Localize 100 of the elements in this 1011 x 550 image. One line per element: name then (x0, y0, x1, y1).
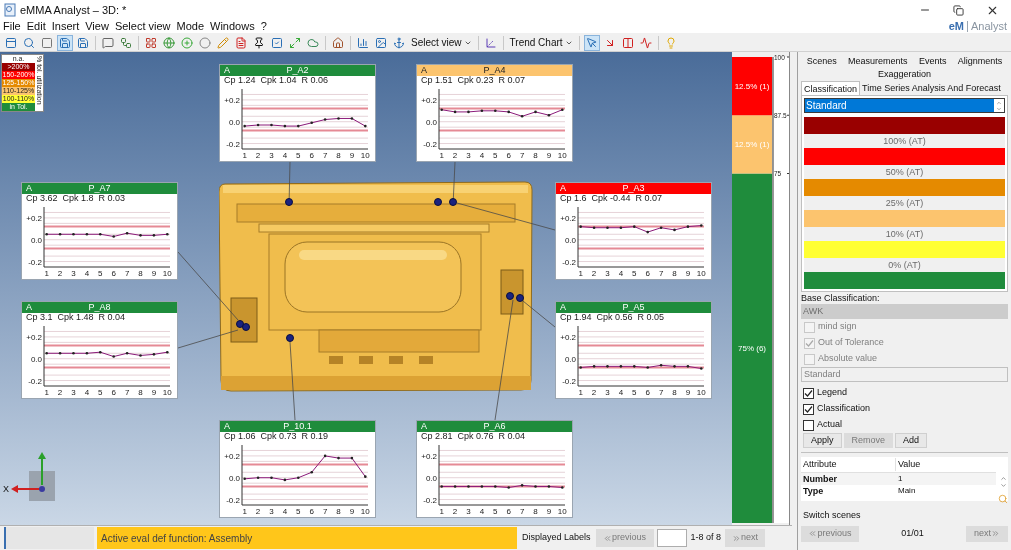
axis-label: 3 (269, 507, 274, 516)
card-title: P_A4 (483, 65, 506, 75)
range-text: 1-8 of 8 (690, 531, 722, 545)
table-cell-text: Type (802, 486, 825, 496)
axis-label: 2 (255, 507, 261, 516)
segment-label: 12.5% (1) (734, 140, 770, 150)
card-title: P_A5 (622, 302, 645, 312)
axis-label: 9 (151, 269, 157, 278)
axis-label: 4 (282, 151, 288, 160)
checkbox-label: Classification (817, 402, 871, 416)
axis-label: 0.0 (425, 117, 437, 127)
scheme-select[interactable]: Standard (804, 98, 1005, 113)
action-button[interactable]: Apply (803, 433, 842, 448)
menu-item[interactable]: Windows (207, 21, 258, 32)
threshold-label: 25% (AT) (804, 196, 1005, 210)
axis-label: -0.2 (423, 139, 437, 149)
axis-label: 3 (269, 151, 274, 160)
axis-label: 4 (479, 507, 485, 516)
tab[interactable]: Classification (801, 81, 861, 95)
axis-label: 2 (255, 151, 261, 160)
menu-item[interactable]: ? (257, 21, 270, 32)
axis-label: -0.2 (28, 376, 42, 386)
card-title: P_10.1 (283, 421, 312, 431)
axis-label: 1 (578, 269, 583, 278)
axis-label: 7 (322, 151, 328, 160)
axis-label: 7 (658, 269, 664, 278)
axis-label: 1 (439, 507, 444, 516)
switch-scenes-label: Switch scenes (802, 509, 862, 522)
tab[interactable]: Alignments (955, 55, 1005, 68)
checkbox-label: Actual (817, 418, 842, 432)
axis-label: 6 (111, 269, 116, 278)
axis-label: 7 (519, 507, 525, 516)
menu-item[interactable]: Insert (48, 21, 83, 32)
axis-label: 4 (84, 388, 90, 397)
axis-label: 9 (685, 388, 691, 397)
axis-label: 3 (605, 269, 610, 278)
axis-label: 4 (282, 507, 288, 516)
dropdown-button[interactable]: Trend Chart (507, 34, 575, 51)
card-title: P_A8 (88, 302, 111, 312)
action-button[interactable]: Add (895, 433, 928, 448)
axis-label: +0.2 (26, 332, 42, 342)
card-title: P_A6 (483, 421, 506, 431)
axis-label: 2 (591, 269, 597, 278)
axis-label: 6 (309, 507, 314, 516)
axis-label: 2 (452, 507, 458, 516)
axis-label: 0.0 (425, 473, 437, 483)
axis-label: 8 (533, 507, 538, 516)
checkbox-label: Legend (817, 386, 848, 400)
axis-label: 10 (696, 388, 706, 397)
axis-label: -0.2 (423, 495, 437, 505)
axis-label: 6 (309, 151, 314, 160)
menu-item[interactable]: File (0, 21, 24, 32)
column-header: Value (897, 457, 922, 471)
tab[interactable]: Exaggeration (875, 68, 933, 81)
axis-label: 0.0 (30, 235, 42, 245)
brand-name: Analyst (969, 21, 1007, 32)
table-cell-text: Number (802, 474, 838, 484)
axis-label: 1 (44, 269, 49, 278)
axis-label: 3 (605, 388, 610, 397)
axis-label: 10 (557, 507, 567, 516)
menu-item[interactable]: Edit (23, 21, 49, 32)
axis-label: 1 (578, 388, 583, 397)
axis-label: 3 (71, 269, 76, 278)
axis-label: 0.0 (564, 235, 576, 245)
axis-label: 6 (506, 507, 511, 516)
card-tag: A (26, 183, 32, 193)
axis-label: 8 (672, 388, 677, 397)
menu-item[interactable]: Select view (111, 21, 174, 32)
axis-label: 2 (452, 151, 458, 160)
tab[interactable]: Scenes (804, 55, 839, 68)
axis-label: 8 (138, 269, 143, 278)
menu-item[interactable]: Mode (173, 21, 208, 32)
axis-label: 8 (672, 269, 677, 278)
axis-label: 7 (658, 388, 664, 397)
base-classification-label: Base Classification: (801, 293, 881, 304)
tab[interactable]: Time Series Analysis And Forecast (860, 81, 1003, 95)
axis-label: -0.2 (28, 257, 42, 267)
segment-label: 12.5% (1) (734, 82, 770, 92)
segment-label: 75% (6) (738, 344, 766, 354)
axis-label: 4 (618, 388, 624, 397)
menu-item[interactable]: View (82, 21, 112, 32)
axis-label: -0.2 (226, 139, 240, 149)
axis-label: 4 (84, 269, 90, 278)
axis-label: 1 (242, 507, 247, 516)
axis-label: 10 (696, 269, 706, 278)
tab[interactable]: Measurements (846, 55, 910, 68)
card-title: P_A2 (286, 65, 309, 75)
axis-label: 3 (466, 151, 471, 160)
axis-label: 5 (98, 388, 103, 397)
dropdown-button[interactable]: Select view (409, 34, 474, 51)
axis-label: 10 (162, 388, 172, 397)
axis-label: 0.0 (30, 354, 42, 364)
axis-label: 6 (111, 388, 116, 397)
axis-label: 0.0 (228, 473, 240, 483)
axis-label: 6 (645, 269, 650, 278)
threshold-label: 100% (AT) (804, 134, 1005, 148)
checkbox-label: Absolute value (818, 352, 878, 366)
tab[interactable]: Events (916, 55, 949, 68)
card-tag: A (421, 421, 427, 431)
axis-label: 3 (466, 507, 471, 516)
